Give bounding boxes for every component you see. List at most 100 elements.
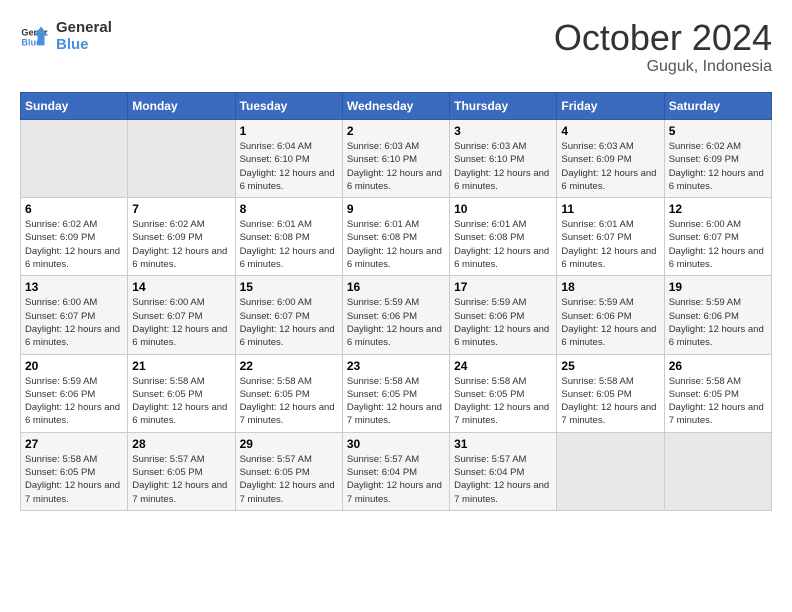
col-header-saturday: Saturday [664, 93, 771, 120]
week-row-2: 13 Sunrise: 6:00 AMSunset: 6:07 PMDayligh… [21, 276, 772, 354]
calendar-cell: 19Sunrise: 5:59 AMSunset: 6:06 PMDayligh… [664, 276, 771, 354]
cell-info: Sunrise: 5:58 AMSunset: 6:05 PMDaylight:… [25, 453, 123, 506]
cell-info: Sunrise: 6:02 AMSunset: 6:09 PMDaylight:… [132, 218, 230, 271]
cell-info: Sunrise: 5:57 AMSunset: 6:04 PMDaylight:… [347, 453, 445, 506]
cell-info: Sunrise: 5:58 AMSunset: 6:05 PMDaylight:… [347, 375, 445, 428]
title-area: October 2024 Guguk, Indonesia [554, 20, 772, 76]
cell-info: Sunrise: 5:58 AMSunset: 6:05 PMDaylight:… [561, 375, 659, 428]
day-number: 6 [25, 202, 123, 216]
cell-info: Sunrise: 6:03 AMSunset: 6:09 PMDaylight:… [561, 140, 659, 193]
day-number: 26 [669, 359, 767, 373]
day-number: 23 [347, 359, 445, 373]
calendar-cell: 27Sunrise: 5:58 AMSunset: 6:05 PMDayligh… [21, 432, 128, 510]
col-header-wednesday: Wednesday [342, 93, 449, 120]
calendar-cell: 28 Sunrise: 5:57 AMSunset: 6:05 PMDayligh… [128, 432, 235, 510]
day-number: 30 [347, 437, 445, 451]
logo-blue: Blue [56, 37, 112, 54]
calendar-cell [128, 120, 235, 198]
cell-info: Sunrise: 5:59 AMSunset: 6:06 PMDaylight:… [25, 375, 123, 428]
cell-info: Sunrise: 5:57 AMSunset: 6:05 PMDaylight:… [132, 453, 230, 506]
calendar-cell: 23 Sunrise: 5:58 AMSunset: 6:05 PMDayligh… [342, 354, 449, 432]
calendar-cell: 7 Sunrise: 6:02 AMSunset: 6:09 PMDaylight… [128, 198, 235, 276]
calendar-cell: 18Sunrise: 5:59 AMSunset: 6:06 PMDayligh… [557, 276, 664, 354]
cell-info: Sunrise: 5:57 AMSunset: 6:05 PMDaylight:… [240, 453, 338, 506]
cell-info: Sunrise: 6:01 AMSunset: 6:08 PMDaylight:… [240, 218, 338, 271]
calendar-cell: 16Sunrise: 5:59 AMSunset: 6:06 PMDayligh… [342, 276, 449, 354]
logo-icon: General Blue [20, 23, 48, 51]
calendar-cell: 15Sunrise: 6:00 AMSunset: 6:07 PMDayligh… [235, 276, 342, 354]
calendar-cell: 21 Sunrise: 5:58 AMSunset: 6:05 PMDayligh… [128, 354, 235, 432]
cell-info: Sunrise: 6:01 AMSunset: 6:08 PMDaylight:… [454, 218, 552, 271]
cell-info: Sunrise: 5:58 AMSunset: 6:05 PMDaylight:… [454, 375, 552, 428]
cell-info: Sunrise: 6:00 AMSunset: 6:07 PMDaylight:… [132, 296, 230, 349]
calendar-cell: 6 Sunrise: 6:02 AMSunset: 6:09 PMDaylight… [21, 198, 128, 276]
calendar-cell: 26 Sunrise: 5:58 AMSunset: 6:05 PMDayligh… [664, 354, 771, 432]
calendar-cell: 2Sunrise: 6:03 AMSunset: 6:10 PMDaylight… [342, 120, 449, 198]
calendar-cell: 24 Sunrise: 5:58 AMSunset: 6:05 PMDayligh… [450, 354, 557, 432]
day-number: 12 [669, 202, 767, 216]
cell-info: Sunrise: 5:57 AMSunset: 6:04 PMDaylight:… [454, 453, 552, 506]
col-header-thursday: Thursday [450, 93, 557, 120]
col-header-friday: Friday [557, 93, 664, 120]
calendar-cell: 20 Sunrise: 5:59 AMSunset: 6:06 PMDayligh… [21, 354, 128, 432]
cell-info: Sunrise: 6:02 AMSunset: 6:09 PMDaylight:… [669, 140, 767, 193]
calendar-cell: 22 Sunrise: 5:58 AMSunset: 6:05 PMDayligh… [235, 354, 342, 432]
cell-info: Sunrise: 6:01 AMSunset: 6:08 PMDaylight:… [347, 218, 445, 271]
day-number: 1 [240, 124, 338, 138]
calendar-cell: 1 Sunrise: 6:04 AMSunset: 6:10 PMDaylight… [235, 120, 342, 198]
calendar-cell: 12 Sunrise: 6:00 AMSunset: 6:07 PMDayligh… [664, 198, 771, 276]
cell-info: Sunrise: 5:58 AMSunset: 6:05 PMDaylight:… [240, 375, 338, 428]
cell-info: Sunrise: 5:58 AMSunset: 6:05 PMDaylight:… [132, 375, 230, 428]
day-number: 11 [561, 202, 659, 216]
cell-info: Sunrise: 5:59 AMSunset: 6:06 PMDaylight:… [454, 296, 552, 349]
cell-info: Sunrise: 6:00 AMSunset: 6:07 PMDaylight:… [240, 296, 338, 349]
day-number: 9 [347, 202, 445, 216]
calendar-cell: 14 Sunrise: 6:00 AMSunset: 6:07 PMDayligh… [128, 276, 235, 354]
cell-info: Sunrise: 6:04 AMSunset: 6:10 PMDaylight:… [240, 140, 338, 193]
day-number: 4 [561, 124, 659, 138]
day-header-row: SundayMondayTuesdayWednesdayThursdayFrid… [21, 93, 772, 120]
day-number: 21 [132, 359, 230, 373]
calendar-cell [21, 120, 128, 198]
logo: General Blue General Blue [20, 20, 112, 53]
day-number: 20 [25, 359, 123, 373]
calendar-cell: 9 Sunrise: 6:01 AMSunset: 6:08 PMDaylight… [342, 198, 449, 276]
cell-info: Sunrise: 6:02 AMSunset: 6:09 PMDaylight:… [25, 218, 123, 271]
calendar-cell [557, 432, 664, 510]
week-row-0: 1 Sunrise: 6:04 AMSunset: 6:10 PMDaylight… [21, 120, 772, 198]
cell-info: Sunrise: 5:59 AMSunset: 6:06 PMDaylight:… [347, 296, 445, 349]
month-title: October 2024 [554, 20, 772, 56]
day-number: 13 [25, 280, 123, 294]
day-number: 3 [454, 124, 552, 138]
week-row-1: 6 Sunrise: 6:02 AMSunset: 6:09 PMDaylight… [21, 198, 772, 276]
day-number: 17 [454, 280, 552, 294]
cell-info: Sunrise: 6:00 AMSunset: 6:07 PMDaylight:… [25, 296, 123, 349]
day-number: 24 [454, 359, 552, 373]
cell-info: Sunrise: 6:00 AMSunset: 6:07 PMDaylight:… [669, 218, 767, 271]
calendar-table: SundayMondayTuesdayWednesdayThursdayFrid… [20, 92, 772, 511]
day-number: 29 [240, 437, 338, 451]
calendar-cell: 5Sunrise: 6:02 AMSunset: 6:09 PMDaylight… [664, 120, 771, 198]
calendar-cell: 10Sunrise: 6:01 AMSunset: 6:08 PMDayligh… [450, 198, 557, 276]
day-number: 31 [454, 437, 552, 451]
day-number: 14 [132, 280, 230, 294]
header: General Blue General Blue October 2024 G… [20, 20, 772, 76]
day-number: 19 [669, 280, 767, 294]
calendar-cell: 17 Sunrise: 5:59 AMSunset: 6:06 PMDayligh… [450, 276, 557, 354]
calendar-cell [664, 432, 771, 510]
calendar-cell: 13 Sunrise: 6:00 AMSunset: 6:07 PMDayligh… [21, 276, 128, 354]
calendar-cell: 30 Sunrise: 5:57 AMSunset: 6:04 PMDayligh… [342, 432, 449, 510]
cell-info: Sunrise: 6:03 AMSunset: 6:10 PMDaylight:… [454, 140, 552, 193]
cell-info: Sunrise: 6:01 AMSunset: 6:07 PMDaylight:… [561, 218, 659, 271]
day-number: 7 [132, 202, 230, 216]
day-number: 8 [240, 202, 338, 216]
calendar-cell: 4 Sunrise: 6:03 AMSunset: 6:09 PMDaylight… [557, 120, 664, 198]
logo-general: General [56, 20, 112, 37]
cell-info: Sunrise: 5:58 AMSunset: 6:05 PMDaylight:… [669, 375, 767, 428]
col-header-tuesday: Tuesday [235, 93, 342, 120]
week-row-3: 20 Sunrise: 5:59 AMSunset: 6:06 PMDayligh… [21, 354, 772, 432]
day-number: 28 [132, 437, 230, 451]
day-number: 22 [240, 359, 338, 373]
calendar-cell: 3 Sunrise: 6:03 AMSunset: 6:10 PMDaylight… [450, 120, 557, 198]
day-number: 18 [561, 280, 659, 294]
